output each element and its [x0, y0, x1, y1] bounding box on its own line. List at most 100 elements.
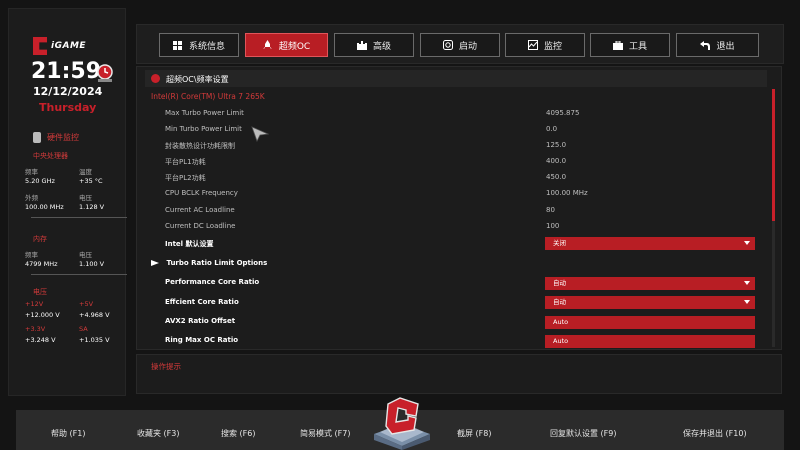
- scrollbar-thumb[interactable]: [772, 89, 775, 221]
- help-button[interactable]: 帮助 (F1): [51, 428, 85, 439]
- clock-time: 21:59: [31, 59, 102, 84]
- tab-label: 工具: [628, 41, 647, 52]
- tab-overclock[interactable]: 超频OC: [245, 33, 328, 57]
- tab-boot[interactable]: 启动: [420, 33, 500, 57]
- setting-label[interactable]: 平台PL1功耗: [165, 157, 206, 167]
- divider: [31, 274, 127, 275]
- tab-label: 退出: [716, 41, 735, 52]
- efficient-core-ratio-label[interactable]: Effcient Core Ratio: [165, 298, 239, 306]
- setting-label[interactable]: CPU BCLK Frequency: [165, 189, 238, 197]
- avx2-ratio-offset-label[interactable]: AVX2 Ratio Offset: [165, 317, 235, 325]
- field-value: Auto: [553, 337, 569, 345]
- brand-logo: iGAME: [33, 37, 103, 59]
- divider: [31, 217, 127, 218]
- performance-core-ratio-label[interactable]: Performance Core Ratio: [165, 278, 259, 286]
- v5-value: +4.968 V: [79, 311, 110, 319]
- cpu-freq-value: 5.20 GHz: [25, 177, 55, 185]
- brand-name: iGAME: [51, 41, 87, 51]
- cpu-ext-label: 外频: [25, 194, 38, 202]
- tab-bar: 系统信息 超频OC 高级 启动 监控 工具 退出: [136, 24, 784, 64]
- v12-label: +12V: [25, 300, 44, 308]
- v5-label: +5V: [79, 300, 94, 308]
- thermometer-icon: [33, 132, 41, 143]
- setting-label[interactable]: Current DC Loadline: [165, 222, 235, 230]
- chevron-down-icon: [744, 300, 750, 304]
- date: 12/12/2024: [33, 85, 103, 98]
- scrollbar[interactable]: [772, 89, 775, 347]
- search-button[interactable]: 搜索 (F6): [221, 428, 255, 439]
- submenu-arrow-icon: [151, 260, 159, 266]
- tab-label: 系统信息: [188, 41, 225, 52]
- cpu-temp-value: +35 °C: [79, 177, 103, 185]
- memory-freq-value: 4799 MHz: [25, 260, 58, 268]
- weekday: Thursday: [39, 101, 97, 114]
- cpu-temp-label: 温度: [79, 168, 92, 176]
- rocket-icon: [263, 40, 273, 50]
- setting-label[interactable]: 平台PL2功耗: [165, 173, 206, 183]
- breadcrumb: 超频OC\频率设置: [145, 70, 767, 87]
- voltage-section-title: 电压: [33, 288, 47, 296]
- cpu-freq-label: 频率: [25, 168, 38, 176]
- chevron-down-icon: [744, 241, 750, 245]
- igame-emblem-icon: [374, 397, 430, 450]
- breadcrumb-text: 超频OC\频率设置: [166, 75, 229, 84]
- tab-tools[interactable]: 工具: [590, 33, 670, 57]
- submenu-label: Turbo Ratio Limit Options: [166, 259, 268, 267]
- setting-value: 80: [546, 206, 555, 214]
- memory-section-title: 内存: [33, 235, 47, 243]
- tab-exit[interactable]: 退出: [676, 33, 759, 57]
- setting-label[interactable]: Current AC Loadline: [165, 206, 235, 214]
- memory-freq-label: 频率: [25, 251, 38, 259]
- cpu-model-title: Intel(R) Core(TM) Ultra 7 265K: [151, 92, 265, 101]
- setting-value: 0.0: [546, 125, 558, 133]
- easy-mode-button[interactable]: 简易模式 (F7): [300, 428, 350, 439]
- intel-default-label[interactable]: Intel 默认设置: [165, 239, 214, 249]
- dropdown-value: 自动: [553, 298, 566, 306]
- field-value: Auto: [553, 318, 569, 326]
- save-and-exit-button[interactable]: 保存并退出 (F10): [683, 428, 747, 439]
- setting-label[interactable]: Max Turbo Power Limit: [165, 109, 244, 117]
- v12-value: +12.000 V: [25, 311, 60, 319]
- efficient-core-ratio-dropdown[interactable]: 自动: [545, 296, 755, 309]
- tab-label: 超频OC: [278, 41, 311, 52]
- setting-value: 400.0: [546, 157, 567, 165]
- tab-label: 高级: [372, 41, 391, 52]
- mouse-cursor-icon: [251, 126, 269, 142]
- intel-default-dropdown[interactable]: 关闭: [545, 237, 755, 250]
- screenshot-button[interactable]: 截屏 (F8): [457, 428, 491, 439]
- status-panel: iGAME 21:59 12/12/2024 Thursday 硬件监控 中央处…: [8, 8, 127, 396]
- performance-core-ratio-dropdown[interactable]: 自动: [545, 277, 755, 290]
- setting-value: 4095.875: [546, 109, 580, 117]
- ring-max-oc-ratio-field[interactable]: Auto: [545, 335, 755, 348]
- setting-value: 450.0: [546, 173, 567, 181]
- dropdown-value: 关闭: [553, 239, 566, 247]
- tab-monitor[interactable]: 监控: [505, 33, 585, 57]
- memory-volt-value: 1.100 V: [79, 260, 105, 268]
- v33-label: +3.3V: [25, 325, 46, 333]
- setting-label[interactable]: 封装散热设计功耗限制: [165, 141, 235, 151]
- memory-volt-label: 电压: [79, 251, 92, 259]
- tab-advanced[interactable]: 高级: [334, 33, 414, 57]
- back-arrow-icon: [700, 40, 711, 50]
- favorites-button[interactable]: 收藏夹 (F3): [137, 428, 179, 439]
- brand-mark-icon: [33, 37, 47, 55]
- avx2-ratio-offset-field[interactable]: Auto: [545, 316, 755, 329]
- ring-max-oc-ratio-label[interactable]: Ring Max OC Ratio: [165, 336, 238, 344]
- turbo-ratio-submenu[interactable]: Turbo Ratio Limit Options: [151, 259, 267, 267]
- tab-label: 监控: [543, 41, 562, 52]
- setting-label[interactable]: Min Turbo Power Limit: [165, 125, 242, 133]
- sa-value: +1.035 V: [79, 336, 110, 344]
- setting-value: 100.00 MHz: [546, 189, 588, 197]
- grid-icon: [173, 40, 183, 50]
- load-defaults-button[interactable]: 回复默认设置 (F9): [550, 428, 616, 439]
- cpu-section-title: 中央处理器: [33, 152, 68, 160]
- setting-value: 125.0: [546, 141, 567, 149]
- sa-label: SA: [79, 325, 88, 333]
- toolbox-icon: [612, 40, 623, 50]
- operation-hint-panel: 操作提示: [136, 354, 782, 394]
- power-icon: [442, 40, 453, 50]
- settings-panel: 超频OC\频率设置 Intel(R) Core(TM) Ultra 7 265K…: [136, 66, 782, 350]
- tab-system-info[interactable]: 系统信息: [159, 33, 239, 57]
- cpu-volt-label: 电压: [79, 194, 92, 202]
- tab-label: 启动: [458, 41, 477, 52]
